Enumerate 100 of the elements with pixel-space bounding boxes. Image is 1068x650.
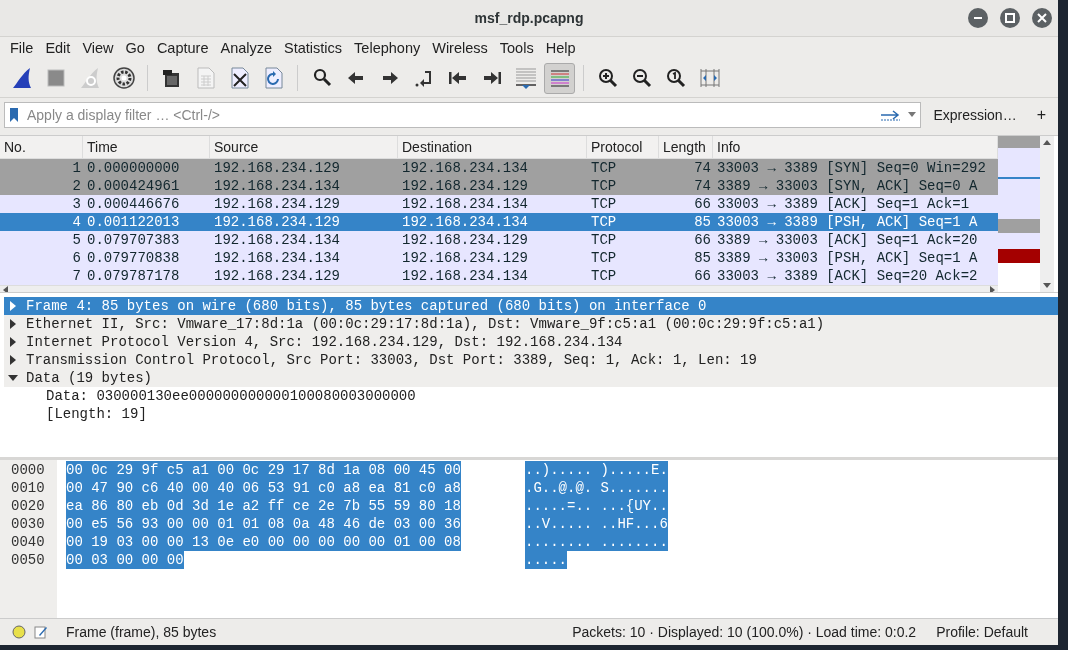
ascii-bytes[interactable]: ........ xyxy=(525,533,601,551)
close-icon xyxy=(1037,13,1047,23)
ascii-bytes[interactable]: ..HF...6 xyxy=(600,515,668,533)
column-header[interactable]: Destination xyxy=(398,136,587,158)
source-address: 192.168.234.134 xyxy=(213,177,342,195)
packet-row[interactable]: 2 0.000424961 192.168.234.134 192.168.234.129 TCP 74 3389 → 33003 [SYN, ACK] Seq=0 A xyxy=(0,177,998,195)
byte-offset: 0000 xyxy=(10,461,46,479)
protocol-cell-text: TCP xyxy=(590,267,618,285)
detail-row[interactable]: Data: 030000130ee000000000000100080003000000 xyxy=(0,387,1058,405)
menu-item[interactable]: Capture xyxy=(150,40,215,56)
detail-row[interactable]: Data (19 bytes) xyxy=(4,369,1058,387)
column-header[interactable]: Source xyxy=(210,136,398,158)
ascii-bytes[interactable]: ).....E. xyxy=(600,461,668,479)
column-header[interactable]: Length xyxy=(659,136,713,158)
ascii-bytes[interactable]: .....=.. xyxy=(525,497,601,515)
packet-row[interactable]: 1 0.000000000 192.168.234.129 192.168.234.134 TCP 74 33003 → 3389 [SYN] Seq=0 Win=292 xyxy=(0,159,998,177)
byte-offset: 0020 xyxy=(10,497,46,515)
horizontal-scrollbar[interactable] xyxy=(0,285,998,292)
column-header[interactable]: Time xyxy=(83,136,210,158)
packet-number: 6 xyxy=(71,249,82,267)
menu-item[interactable]: Go xyxy=(119,40,151,56)
info-cell-text: 33003 → 3389 [SYN] Seq=0 Win=292 xyxy=(716,159,987,177)
packet-number: 2 xyxy=(71,177,82,195)
info-cell-text: 3389 → 33003 [SYN, ACK] Seq=0 A xyxy=(716,177,979,195)
menu-item[interactable]: File xyxy=(4,40,40,56)
ascii-bytes[interactable]: ..)..... xyxy=(525,461,601,479)
maximize-button[interactable] xyxy=(1000,8,1020,28)
ascii-bytes[interactable]: ...{UY.. xyxy=(600,497,668,515)
detail-row[interactable]: Transmission Control Protocol, Src Port: 33003, Dst Port: 3389, Seq: 1, Ack: 1, Len: 19 xyxy=(4,351,1058,369)
packet-number: 4 xyxy=(71,213,82,231)
close-button[interactable] xyxy=(1032,8,1052,28)
column-header[interactable]: No. xyxy=(0,136,83,158)
scroll-down-icon xyxy=(1043,281,1051,289)
hex-bytes[interactable]: 29 17 8d 1a 08 00 45 00 xyxy=(267,461,461,479)
menu-item[interactable]: Telephony xyxy=(348,40,427,56)
hex-bytes[interactable]: 00 e5 56 93 00 00 01 01 xyxy=(66,515,268,533)
detail-row[interactable]: [Length: 19] xyxy=(0,405,1058,423)
packet-row[interactable]: 5 0.079707383 192.168.234.134 192.168.234.129 TCP 66 3389 → 33003 [ACK] Seq=1 Ack=20 xyxy=(0,231,998,249)
destination-address: 192.168.234.129 xyxy=(401,249,530,267)
packet-row[interactable]: 4 0.001122013 192.168.234.129 192.168.234.134 TCP 85 33003 → 3389 [PSH, ACK] Seq=1 A xyxy=(0,213,998,231)
menu-item[interactable]: Statistics xyxy=(278,40,349,56)
source-address: 192.168.234.134 xyxy=(213,231,342,249)
hex-bytes[interactable]: ff ce 2e 7b 55 59 80 18 xyxy=(267,497,461,515)
hex-bytes[interactable]: 00 19 03 00 00 13 0e e0 xyxy=(66,533,268,551)
ascii-bytes[interactable]: S....... xyxy=(600,479,668,497)
display-filter-field[interactable]: Apply a display filter … <Ctrl-/> xyxy=(4,102,922,128)
hex-bytes[interactable]: ea 86 80 eb 0d 3d 1e a2 xyxy=(66,497,268,515)
detail-row[interactable]: Internet Protocol Version 4, Src: 192.168.234.129, Dst: 192.168.234.134 xyxy=(4,333,1058,351)
source-address: 192.168.234.129 xyxy=(213,195,342,213)
length-cell-text: 74 xyxy=(693,159,712,177)
menu-item[interactable]: Analyze xyxy=(214,40,279,56)
packet-row[interactable]: 7 0.079787178 192.168.234.129 192.168.234.134 TCP 66 33003 → 3389 [ACK] Seq=20 Ack=2 xyxy=(0,267,998,285)
expression-button[interactable]: Expression… xyxy=(925,103,1025,127)
byte-offset: 0030 xyxy=(10,515,46,533)
hex-bytes[interactable]: 08 0a 48 46 de 03 00 36 xyxy=(267,515,461,533)
vertical-scrollbar[interactable] xyxy=(1040,136,1054,292)
add-filter-button[interactable]: + xyxy=(1028,103,1054,127)
packet-row[interactable]: 3 0.000446676 192.168.234.129 192.168.234.134 TCP 66 33003 → 3389 [ACK] Seq=1 Ack=1 xyxy=(0,195,998,213)
length-cell-text: 66 xyxy=(693,267,712,285)
hex-bytes[interactable]: 53 91 c0 a8 ea 81 c0 a8 xyxy=(267,479,461,497)
right-arrow-icon xyxy=(880,109,903,121)
apply-button[interactable] xyxy=(880,109,903,121)
hex-bytes[interactable]: 00 0c 29 9f c5 a1 00 0c xyxy=(66,461,268,479)
menu-item[interactable]: Help xyxy=(539,40,582,56)
hex-bytes[interactable]: 00 00 00 00 00 01 00 08 xyxy=(267,533,461,551)
menu-item[interactable]: Wireless xyxy=(426,40,494,56)
menu-item[interactable]: Tools xyxy=(493,40,540,56)
info-cell-text: 33003 → 3389 [ACK] Seq=1 Ack=1 xyxy=(716,195,971,213)
hex-bytes[interactable]: 00 03 00 00 00 xyxy=(66,551,184,569)
destination-address: 192.168.234.134 xyxy=(401,159,530,177)
packet-number: 3 xyxy=(71,195,82,213)
source-address: 192.168.234.129 xyxy=(213,267,342,285)
pencil-note-icon[interactable] xyxy=(34,625,48,639)
ascii-bytes[interactable]: ..V..... xyxy=(525,515,601,533)
detail-row[interactable]: Frame 4: 85 bytes on wire (680 bits), 85 bytes captured (680 bits) on interface 0 xyxy=(4,297,1058,315)
length-cell-text: 66 xyxy=(693,231,712,249)
menu-item[interactable]: View xyxy=(76,40,120,56)
maximize-icon xyxy=(1005,13,1015,23)
packet-time: 0.000000000 xyxy=(86,159,181,177)
profile-label[interactable]: Profile: Default xyxy=(936,624,1028,640)
detail-row[interactable]: Ethernet II, Src: Vmware_17:8d:1a (00:0c:29:17:8d:1a), Dst: Vmware_9f:c5:a1 (00:0c:29:9f:c5:a1) xyxy=(4,315,1058,333)
filter-text-input[interactable]: Apply a display filter … <Ctrl-/> xyxy=(25,106,875,124)
hex-bytes[interactable]: 00 47 90 c6 40 00 40 06 xyxy=(66,479,268,497)
detail-text: Internet Protocol Version 4, Src: 192.168.234.129, Dst: 192.168.234.134 xyxy=(26,333,623,351)
ascii-bytes[interactable]: .G..@.@. xyxy=(525,479,601,497)
menu-item[interactable]: Edit xyxy=(39,40,77,56)
column-header[interactable]: Protocol xyxy=(587,136,659,158)
collapse-arrow-icon[interactable] xyxy=(8,373,18,383)
destination-address: 192.168.234.129 xyxy=(401,177,530,195)
length-cell-text: 85 xyxy=(693,249,712,267)
minimize-button[interactable] xyxy=(968,8,988,28)
minimize-icon xyxy=(974,17,982,19)
lines-arrow-icon xyxy=(513,66,538,90)
info-cell-text: 3389 → 33003 [PSH, ACK] Seq=1 A xyxy=(716,249,979,267)
ascii-bytes[interactable]: ..... xyxy=(525,551,567,569)
source-address: 192.168.234.129 xyxy=(213,159,342,177)
packet-row[interactable]: 6 0.079770838 192.168.234.134 192.168.234.129 TCP 85 3389 → 33003 [PSH, ACK] Seq=1 A xyxy=(0,249,998,267)
ascii-bytes[interactable]: ........ xyxy=(600,533,668,551)
byte-offset: 0050 xyxy=(10,551,46,569)
colorize-button[interactable] xyxy=(544,62,575,94)
